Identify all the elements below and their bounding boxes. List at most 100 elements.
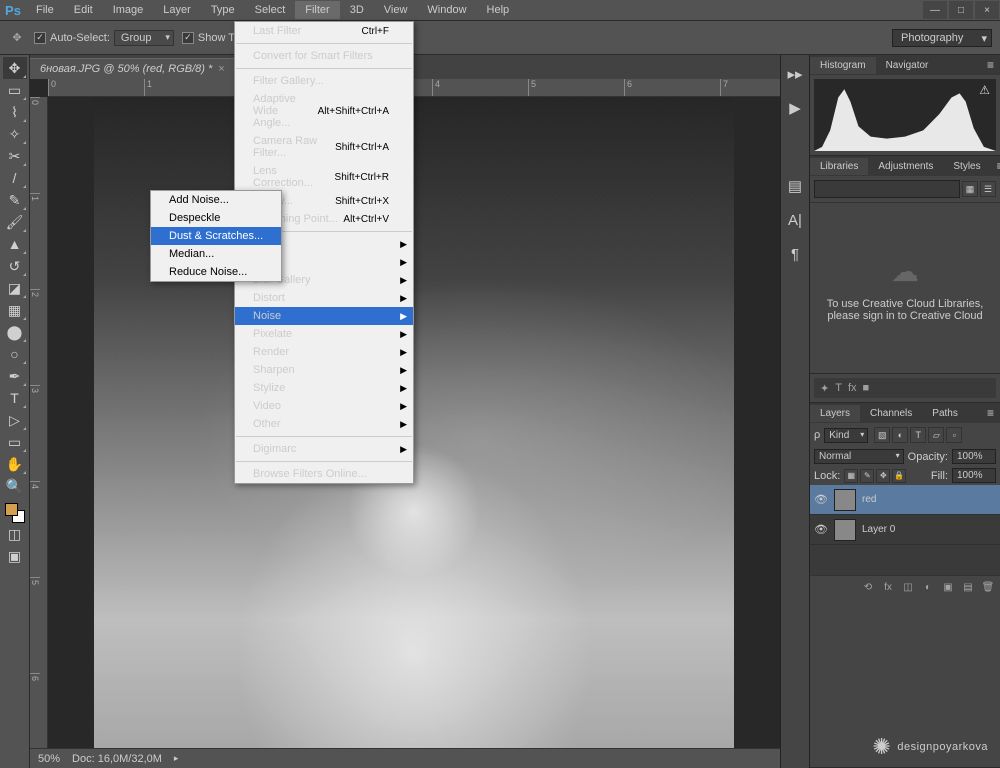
auto-select-checkbox[interactable] xyxy=(34,32,46,44)
stamp-tool[interactable]: ▲ xyxy=(3,233,27,255)
layer-row[interactable]: 👁red xyxy=(810,485,1000,515)
menu-noise[interactable]: Noise▶ xyxy=(235,307,413,325)
history-brush-tool[interactable]: ↺ xyxy=(3,255,27,277)
menu-stylize[interactable]: Stylize▶ xyxy=(235,379,413,397)
brush-tool[interactable]: 🖌 xyxy=(3,211,27,233)
panel-menu-icon[interactable]: ≡ xyxy=(981,406,1000,420)
visibility-icon[interactable]: 👁 xyxy=(814,523,828,536)
actions-panel-icon[interactable]: ▤ xyxy=(783,171,807,201)
submenu-reduce-noise-[interactable]: Reduce Noise... xyxy=(151,263,281,281)
tab-styles[interactable]: Styles xyxy=(943,158,990,175)
blur-tool[interactable]: ⬤ xyxy=(3,321,27,343)
layer-thumbnail[interactable] xyxy=(834,519,856,541)
new-group-icon[interactable]: ▣ xyxy=(940,580,956,594)
expand-panels-icon[interactable]: ▸▸ xyxy=(783,59,807,89)
lock-position-icon[interactable]: ✥ xyxy=(876,469,890,483)
menu-adaptive-wide[interactable]: Adaptive Wide Angle...Alt+Shift+Ctrl+A xyxy=(235,90,413,132)
crop-tool[interactable]: ✂ xyxy=(3,145,27,167)
menu-select[interactable]: Select xyxy=(245,1,296,19)
tab-navigator[interactable]: Navigator xyxy=(876,57,939,74)
fill-value[interactable]: 100% xyxy=(952,468,996,483)
grid-view-icon[interactable]: ▦ xyxy=(962,181,978,197)
magic-wand-tool[interactable]: ✧ xyxy=(3,123,27,145)
eyedropper-tool[interactable]: / xyxy=(3,167,27,189)
menu-convert-smart[interactable]: Convert for Smart Filters xyxy=(235,47,413,65)
delete-layer-icon[interactable]: 🗑 xyxy=(980,580,996,594)
close-icon[interactable]: × xyxy=(218,63,224,75)
auto-select-target-dropdown[interactable]: Group xyxy=(114,30,174,46)
filter-smart-icon[interactable]: ▫ xyxy=(946,427,962,443)
move-tool[interactable]: ✥ xyxy=(3,57,27,79)
filter-type-icon[interactable]: T xyxy=(910,427,926,443)
filter-shape-icon[interactable]: ▱ xyxy=(928,427,944,443)
layer-fx-icon[interactable]: fx xyxy=(880,580,896,594)
color-swatches[interactable] xyxy=(5,503,25,523)
tab-libraries[interactable]: Libraries xyxy=(810,158,868,175)
window-minimize-button[interactable]: — xyxy=(923,1,947,19)
gradient-tool[interactable]: ▦ xyxy=(3,299,27,321)
link-layers-icon[interactable]: ⟲ xyxy=(860,580,876,594)
layer-filter-kind[interactable]: Kind xyxy=(824,428,868,443)
panel-menu-icon[interactable]: ≡ xyxy=(991,159,1000,173)
menu-view[interactable]: View xyxy=(374,1,418,19)
menu-filter-gallery[interactable]: Filter Gallery... xyxy=(235,72,413,90)
menu-render[interactable]: Render▶ xyxy=(235,343,413,361)
layer-thumbnail[interactable] xyxy=(834,489,856,511)
menu-other[interactable]: Other▶ xyxy=(235,415,413,433)
panel-menu-icon[interactable]: ≡ xyxy=(981,58,1000,72)
menu-window[interactable]: Window xyxy=(417,1,476,19)
eraser-tool[interactable]: ◪ xyxy=(3,277,27,299)
submenu-dust-scratches-[interactable]: Dust & Scratches... xyxy=(151,227,281,245)
char-style-icon[interactable]: ■ xyxy=(863,382,870,394)
quick-mask-toggle[interactable]: ◫ xyxy=(3,523,27,545)
blend-mode-dropdown[interactable]: Normal xyxy=(814,449,904,464)
path-select-tool[interactable]: ▷ xyxy=(3,409,27,431)
lock-all-icon[interactable]: 🔒 xyxy=(892,469,906,483)
shape-tool[interactable]: ▭ xyxy=(3,431,27,453)
zoom-tool[interactable]: 🔍 xyxy=(3,475,27,497)
document-tab[interactable]: 6новая.JPG @ 50% (red, RGB/8) * × xyxy=(30,58,235,79)
zoom-level[interactable]: 50% xyxy=(38,753,60,765)
menu-sharpen[interactable]: Sharpen▶ xyxy=(235,361,413,379)
tab-adjustments[interactable]: Adjustments xyxy=(868,158,943,175)
menu-filter[interactable]: Filter xyxy=(295,1,339,19)
menu-edit[interactable]: Edit xyxy=(64,1,103,19)
tab-paths[interactable]: Paths xyxy=(922,405,968,422)
opacity-value[interactable]: 100% xyxy=(952,449,996,464)
layer-row[interactable]: 👁Layer 0 xyxy=(810,515,1000,545)
marquee-tool[interactable]: ▭ xyxy=(3,79,27,101)
menu-type[interactable]: Type xyxy=(201,1,245,19)
menu-pixelate[interactable]: Pixelate▶ xyxy=(235,325,413,343)
character-panel-icon[interactable]: A| xyxy=(783,205,807,235)
menu-layer[interactable]: Layer xyxy=(153,1,201,19)
filter-pixel-icon[interactable]: ▧ xyxy=(874,427,890,443)
new-layer-icon[interactable]: ▤ xyxy=(960,580,976,594)
history-panel-icon[interactable]: ▶ xyxy=(783,93,807,123)
menu-video[interactable]: Video▶ xyxy=(235,397,413,415)
menu-lens-correction[interactable]: Lens Correction...Shift+Ctrl+R xyxy=(235,162,413,192)
lock-pixels-icon[interactable]: ✎ xyxy=(860,469,874,483)
dodge-tool[interactable]: ○ xyxy=(3,343,27,365)
tab-layers[interactable]: Layers xyxy=(810,405,860,422)
histogram-warning-icon[interactable]: ⚠ xyxy=(979,83,990,97)
menu-image[interactable]: Image xyxy=(103,1,154,19)
menu-last-filter[interactable]: Last FilterCtrl+F xyxy=(235,22,413,40)
menu-3d[interactable]: 3D xyxy=(340,1,374,19)
window-close-button[interactable]: × xyxy=(975,1,999,19)
paragraph-panel-icon[interactable]: ¶ xyxy=(783,239,807,269)
menu-camera-raw[interactable]: Camera Raw Filter...Shift+Ctrl+A xyxy=(235,132,413,162)
menu-distort[interactable]: Distort▶ xyxy=(235,289,413,307)
visibility-icon[interactable]: 👁 xyxy=(814,493,828,506)
list-view-icon[interactable]: ☰ xyxy=(980,181,996,197)
pen-tool[interactable]: ✒ xyxy=(3,365,27,387)
screen-mode-toggle[interactable]: ▣ xyxy=(3,545,27,567)
char-style-icon[interactable]: T xyxy=(835,382,842,394)
submenu-median-[interactable]: Median... xyxy=(151,245,281,263)
char-style-icon[interactable]: fx xyxy=(848,382,857,394)
menu-file[interactable]: File xyxy=(26,1,64,19)
lasso-tool[interactable]: ⌇ xyxy=(3,101,27,123)
type-tool[interactable]: T xyxy=(3,387,27,409)
new-fill-icon[interactable]: ◐ xyxy=(920,580,936,594)
filter-adj-icon[interactable]: ◐ xyxy=(892,427,908,443)
tab-histogram[interactable]: Histogram xyxy=(810,57,876,74)
